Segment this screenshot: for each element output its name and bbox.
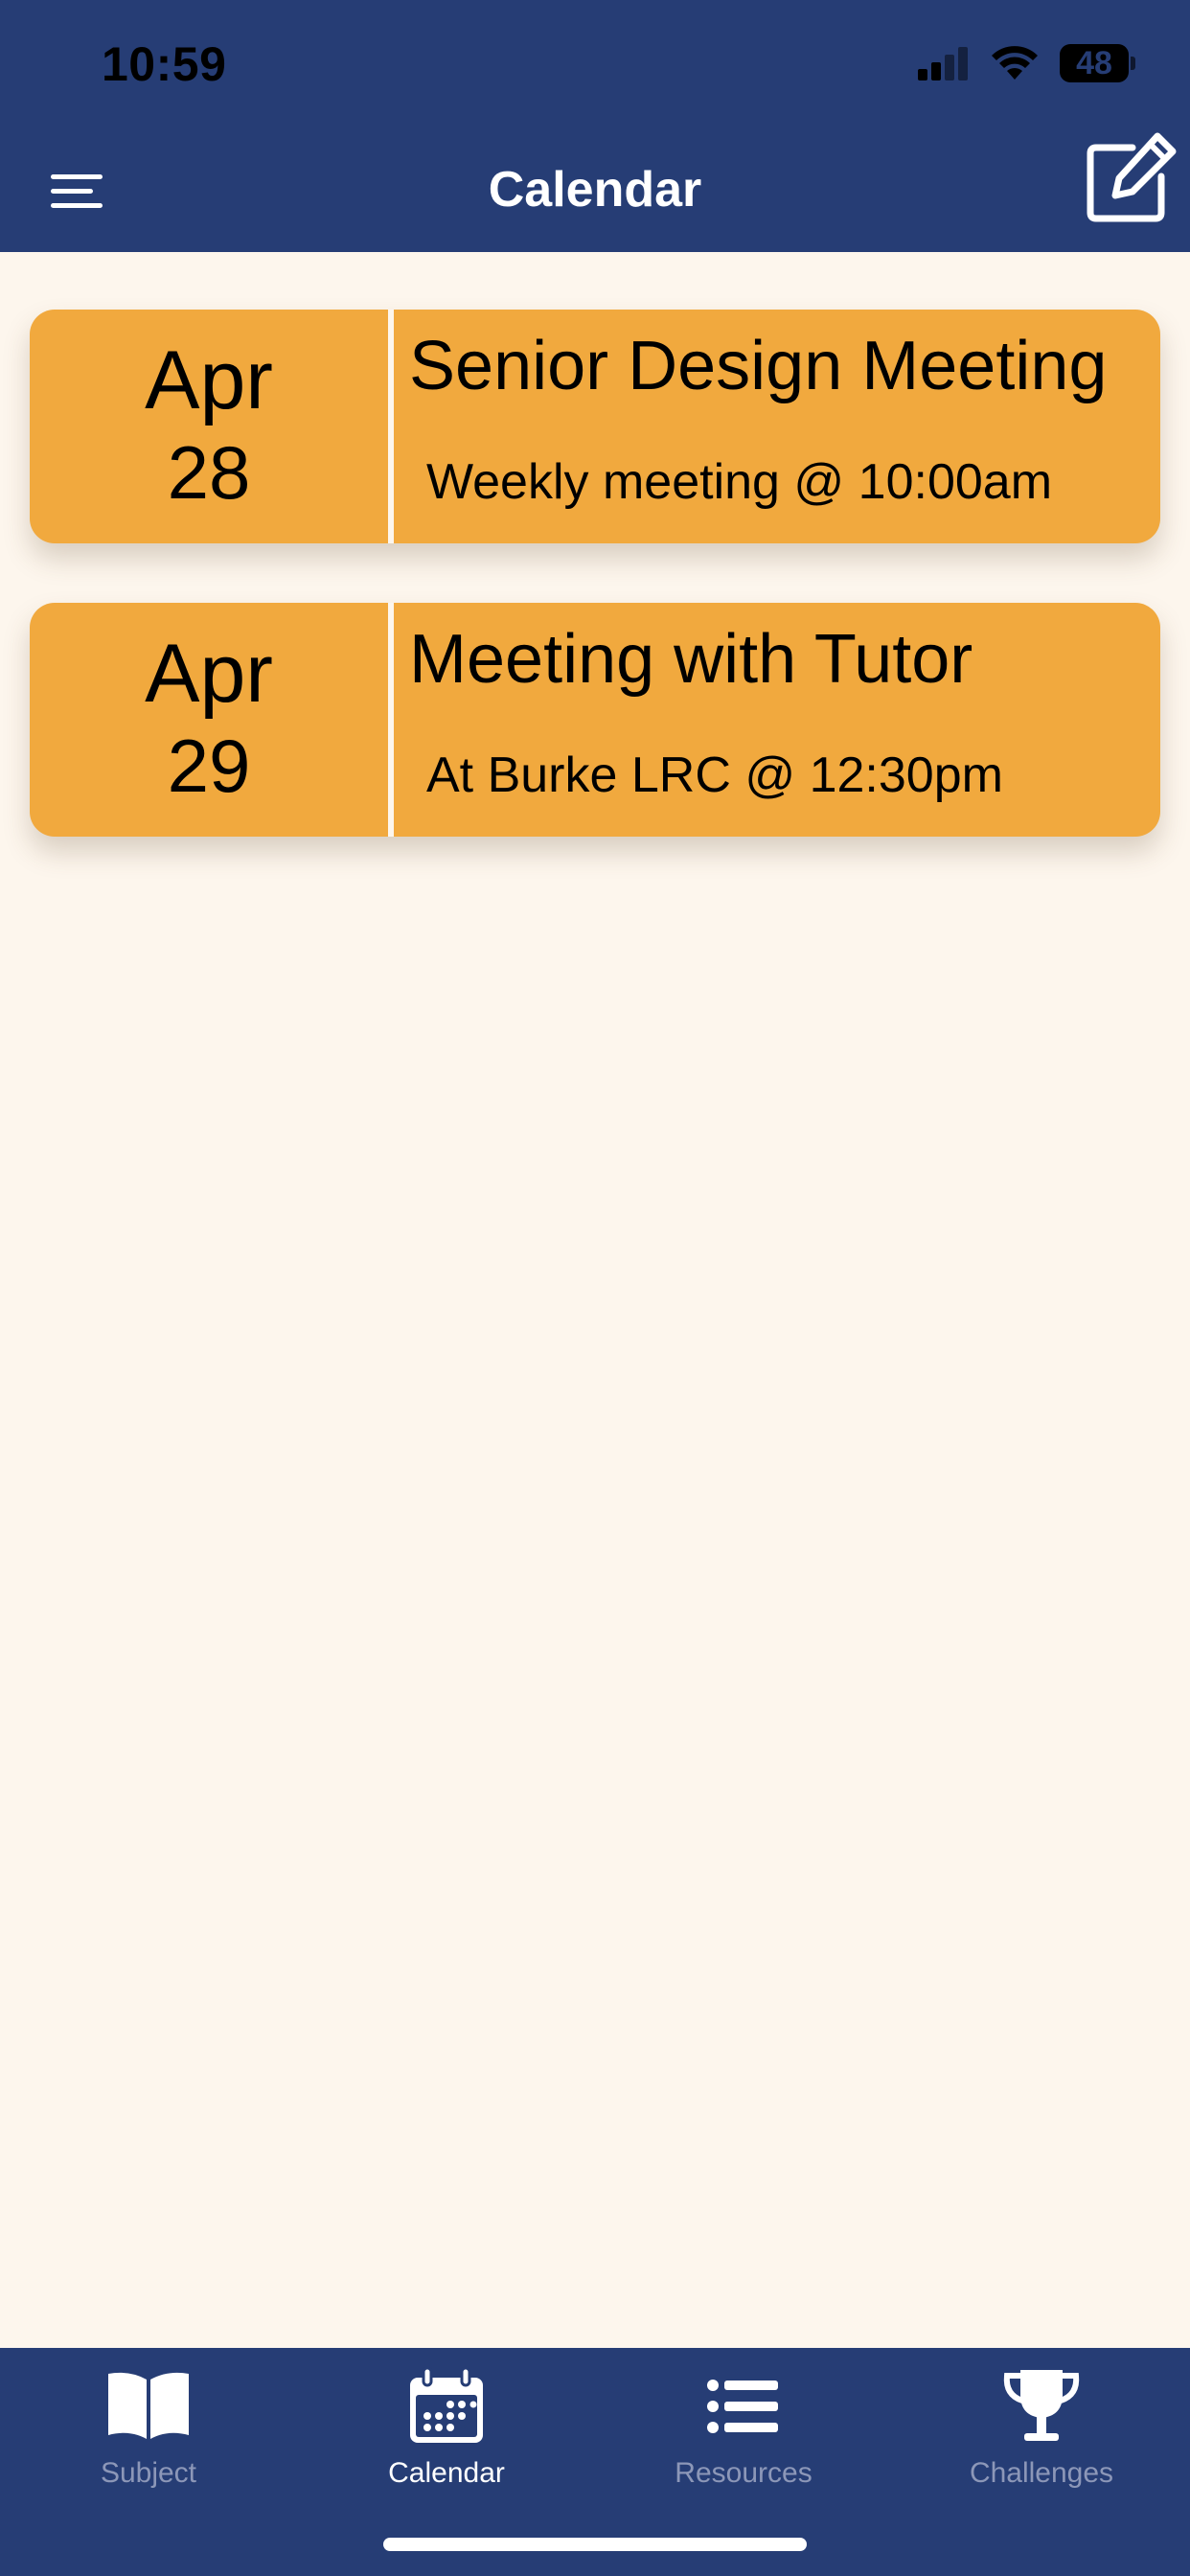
tab-label: Challenges: [969, 2457, 1114, 2489]
trophy-icon: [1003, 2370, 1080, 2441]
tab-challenges[interactable]: Challenges: [893, 2348, 1190, 2520]
compose-edit-icon: [1087, 132, 1177, 222]
event-day: 29: [167, 724, 251, 808]
signal-icon: [918, 47, 968, 80]
tab-bar: Subject Calendar Resources Challenges: [0, 2348, 1190, 2576]
event-day: 28: [167, 430, 251, 515]
status-time: 10:59: [102, 37, 227, 91]
tab-resources[interactable]: Resources: [595, 2348, 892, 2520]
tab-label: Subject: [100, 2457, 197, 2489]
battery-icon: 48: [1060, 44, 1135, 82]
calendar-event-list: Apr 28 Senior Design Meeting Weekly meet…: [0, 252, 1190, 2348]
tab-label: Resources: [675, 2457, 812, 2489]
event-description: Weekly meeting @ 10:00am: [426, 454, 1053, 510]
event-description: At Burke LRC @ 12:30pm: [426, 748, 1003, 803]
compose-button[interactable]: [1083, 130, 1179, 226]
home-indicator: [383, 2538, 807, 2551]
event-card[interactable]: Apr 28 Senior Design Meeting Weekly meet…: [30, 310, 1160, 543]
calendar-icon: [410, 2366, 483, 2443]
event-title: Senior Design Meeting: [409, 328, 1108, 404]
tab-label: Calendar: [388, 2457, 505, 2489]
event-title: Meeting with Tutor: [409, 621, 973, 698]
open-book-icon: [108, 2372, 189, 2439]
tab-calendar[interactable]: Calendar: [298, 2348, 595, 2520]
event-date: Apr 29: [30, 603, 388, 837]
app-header: 10:59 48 Calendar: [0, 0, 1190, 252]
event-month: Apr: [145, 628, 273, 720]
event-body: Meeting with Tutor At Burke LRC @ 12:30p…: [394, 603, 1160, 837]
event-month: Apr: [145, 334, 273, 426]
event-body: Senior Design Meeting Weekly meeting @ 1…: [394, 310, 1160, 543]
page-title: Calendar: [488, 162, 702, 218]
battery-level: 48: [1076, 45, 1112, 81]
list-icon: [707, 2380, 778, 2433]
status-icons: 48: [916, 42, 1135, 84]
wifi-icon: [992, 46, 1038, 80]
event-date: Apr 28: [30, 310, 388, 543]
tab-subject[interactable]: Subject: [0, 2348, 297, 2520]
event-card[interactable]: Apr 29 Meeting with Tutor At Burke LRC @…: [30, 603, 1160, 837]
